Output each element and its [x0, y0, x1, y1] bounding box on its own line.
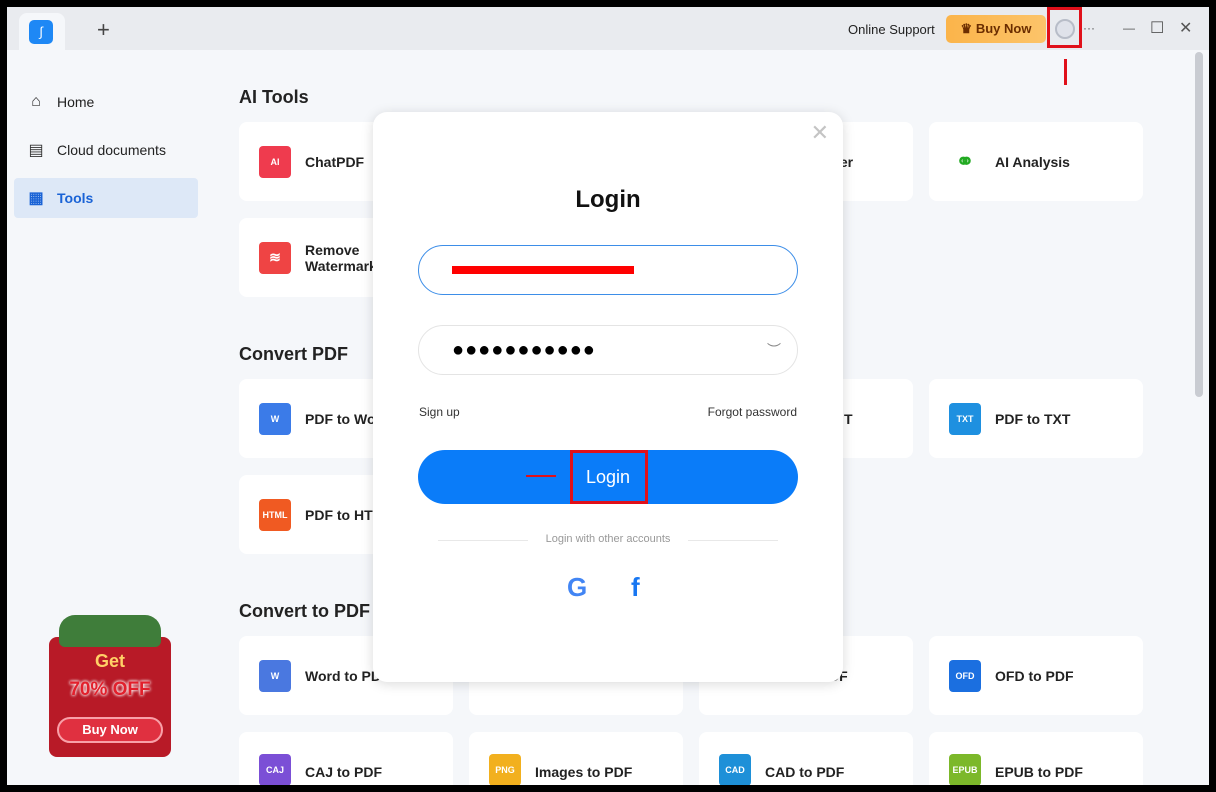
card-pdf-to-txt[interactable]: TXT PDF to TXT: [929, 379, 1143, 458]
card-label: CAD to PDF: [765, 764, 845, 780]
annotation-box: [1047, 7, 1082, 48]
other-accounts-label: Login with other accounts: [545, 533, 671, 545]
nav-label: Cloud documents: [57, 142, 166, 158]
watermark-icon: ≋: [259, 241, 291, 274]
promo-buy-button[interactable]: Buy Now: [57, 717, 163, 743]
google-icon[interactable]: G: [567, 572, 587, 603]
promo-get: Get: [94, 651, 125, 671]
promo-discount: 70% OFF: [69, 679, 151, 700]
html-icon: HTML: [259, 498, 291, 531]
card-ofd-to-pdf[interactable]: OFD OFD to PDF: [929, 636, 1143, 715]
card-caj-to-pdf[interactable]: CAJ CAJ to PDF: [239, 732, 453, 785]
card-label: T: [844, 410, 853, 427]
card-label: EPUB to PDF: [995, 764, 1083, 780]
promo-banner[interactable]: Get 70% OFF Buy Now: [49, 615, 171, 757]
login-dialog: ✕ Login ●●●●●●●●●●● ︶ Sign up Forgot pass…: [373, 112, 843, 682]
ofd-icon: OFD: [949, 659, 981, 692]
caj-icon: CAJ: [259, 754, 291, 785]
card-label: Images to PDF: [535, 764, 633, 780]
card-images-to-pdf[interactable]: PNG Images to PDF: [469, 732, 683, 785]
close-dialog-icon[interactable]: ✕: [811, 120, 829, 146]
close-button[interactable]: ✕: [1179, 18, 1192, 38]
promo-box: Get 70% OFF Buy Now: [49, 637, 171, 757]
email-input[interactable]: [418, 245, 798, 295]
buy-now-button[interactable]: ♛ Buy Now: [946, 15, 1046, 43]
online-support-link[interactable]: Online Support: [848, 22, 935, 37]
redaction-mark: [452, 266, 634, 274]
app-logo-icon: ∫: [29, 20, 53, 44]
section-heading: Convert PDF: [239, 344, 349, 364]
nav-label: Home: [57, 94, 95, 110]
sidebar-item-home[interactable]: ⌂ Home: [14, 82, 198, 122]
card-label: OFD to PDF: [995, 667, 1074, 684]
section-heading: AI Tools: [239, 87, 309, 107]
word-icon: W: [259, 402, 291, 435]
title-bar: ∫ + Online Support ♛ Buy Now ··· — ☐ ✕: [7, 7, 1209, 50]
image-icon: PNG: [489, 754, 521, 785]
card-epub-to-pdf[interactable]: EPUB EPUB to PDF: [929, 732, 1143, 785]
txt-icon: TXT: [949, 402, 981, 435]
card-label: ChatPDF: [305, 153, 365, 170]
more-button[interactable]: ···: [1083, 21, 1095, 35]
network-icon: ⚭: [955, 148, 975, 174]
divider: [688, 540, 778, 541]
cloud-document-icon: ▤: [28, 142, 44, 159]
word-icon: W: [259, 659, 291, 692]
new-tab-button[interactable]: +: [97, 17, 110, 43]
sign-up-link[interactable]: Sign up: [419, 405, 460, 419]
maximize-button[interactable]: ☐: [1150, 18, 1164, 38]
epub-icon: EPUB: [949, 754, 981, 785]
dialog-title: Login: [575, 186, 641, 213]
cad-icon: CAD: [719, 754, 751, 785]
app-tab[interactable]: ∫: [19, 13, 65, 50]
scrollbar[interactable]: [1195, 52, 1203, 397]
grid-icon: ▦: [28, 190, 44, 207]
buy-now-label: Buy Now: [975, 21, 1032, 36]
annotation-box: [570, 450, 648, 504]
card-label: PDF to TXT: [995, 410, 1071, 427]
home-icon: ⌂: [31, 93, 41, 110]
forgot-password-link[interactable]: Forgot password: [708, 405, 797, 419]
nav-label: Tools: [57, 190, 94, 206]
card-cad-to-pdf[interactable]: CAD CAD to PDF: [699, 732, 913, 785]
password-input[interactable]: ●●●●●●●●●●● ︶: [418, 325, 798, 375]
card-label: AI Analysis: [995, 153, 1070, 170]
card-label: Remove Watermark: [305, 241, 377, 274]
card-label: CAJ to PDF: [305, 764, 382, 780]
card-ai-analysis[interactable]: ⚭ AI Analysis: [929, 122, 1143, 201]
app-window: ∫ + Online Support ♛ Buy Now ··· — ☐ ✕ ⌂…: [7, 7, 1209, 785]
wreath-icon: [59, 615, 161, 647]
chatpdf-icon: AI: [259, 145, 291, 178]
eye-closed-icon[interactable]: ︶: [767, 340, 781, 360]
sidebar-item-tools[interactable]: ▦ Tools: [14, 178, 198, 218]
minimize-button[interactable]: —: [1123, 21, 1135, 35]
facebook-icon[interactable]: f: [631, 572, 640, 603]
annotation-arrow: [526, 475, 556, 477]
password-value: ●●●●●●●●●●●: [452, 339, 596, 361]
section-heading: Convert to PDF: [239, 601, 371, 621]
sidebar-item-cloud-documents[interactable]: ▤ Cloud documents: [14, 130, 198, 170]
crown-icon: ♛: [960, 21, 976, 36]
